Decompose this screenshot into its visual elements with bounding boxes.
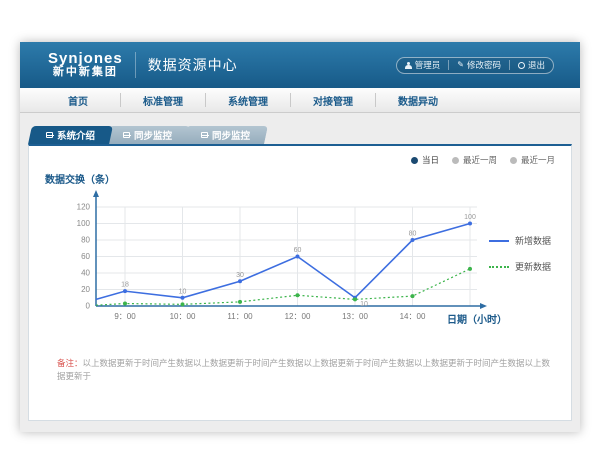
legend-item-0[interactable]: 新增数据 <box>489 234 551 247</box>
tab-label: 系统介绍 <box>57 128 95 142</box>
edit-icon: ✎ <box>457 61 464 69</box>
user-menu-label: 修改密码 <box>467 59 501 71</box>
content-area: 系统介绍同步监控同步监控 当日最近一周最近一月 数据交换（条） 02040608… <box>20 113 580 432</box>
app-header: Synjones 新中新集团 数据资源中心 管理员 ✎修改密码 退出 <box>20 42 580 88</box>
chart-legend: 新增数据更新数据 <box>489 234 551 286</box>
legend-label: 更新数据 <box>515 260 551 273</box>
svg-text:11：00: 11：00 <box>227 312 253 321</box>
main-nav: 首页标准管理系统管理对接管理数据异动 <box>20 88 580 113</box>
tab-icon <box>46 132 53 138</box>
brand-name-cn: 新中新集团 <box>53 67 118 79</box>
svg-text:80: 80 <box>409 231 417 238</box>
user-icon <box>405 62 412 69</box>
page-title: 数据资源中心 <box>148 55 238 75</box>
page: Synjones 新中新集团 数据资源中心 管理员✎修改密码退出 首页标准管理系… <box>0 0 600 450</box>
svg-text:14：00: 14：00 <box>400 312 426 321</box>
nav-item-4[interactable]: 数据异动 <box>376 93 460 108</box>
tab-bar: 系统介绍 同步监控 同步监控 <box>30 126 262 144</box>
legend-item-1[interactable]: 更新数据 <box>489 260 551 273</box>
svg-text:30: 30 <box>236 272 244 279</box>
svg-text:12：00: 12：00 <box>285 312 311 321</box>
svg-text:60: 60 <box>294 247 302 254</box>
svg-text:60: 60 <box>81 252 90 261</box>
content-panel: 当日最近一周最近一月 数据交换（条） 0204060801001209：0010… <box>28 144 572 421</box>
user-menu: 管理员 ✎修改密码 退出 <box>396 57 554 74</box>
svg-text:9：00: 9：00 <box>114 312 136 321</box>
tab-2[interactable]: 同步监控 <box>182 126 268 144</box>
power-icon <box>518 62 525 69</box>
svg-text:40: 40 <box>81 269 90 278</box>
brand-logo: Synjones 新中新集团 <box>48 51 123 78</box>
user-menu-label: 管理员 <box>415 59 441 71</box>
svg-text:100: 100 <box>77 219 91 228</box>
note-text: 以上数据更新于时间产生数据以上数据更新于时间产生数据以上数据更新于时间产生数据以… <box>57 358 550 381</box>
user-menu-label: 退出 <box>528 59 545 71</box>
svg-text:10：00: 10：00 <box>170 312 196 321</box>
svg-text:10: 10 <box>179 288 187 295</box>
tab-0[interactable]: 系统介绍 <box>28 126 113 144</box>
tab-label: 同步监控 <box>134 128 172 142</box>
tab-icon <box>201 132 208 138</box>
svg-text:18: 18 <box>121 282 129 289</box>
svg-text:20: 20 <box>81 285 90 294</box>
tab-label: 同步监控 <box>212 128 250 142</box>
change-password-button[interactable]: ✎修改密码 <box>449 59 509 71</box>
tab-1[interactable]: 同步监控 <box>105 126 190 144</box>
x-axis-title: 日期（小时） <box>447 311 507 326</box>
svg-text:100: 100 <box>464 214 476 221</box>
tab-icon <box>123 132 130 138</box>
legend-swatch <box>489 266 509 268</box>
svg-text:80: 80 <box>81 236 90 245</box>
note-prefix: 备注： <box>57 358 83 368</box>
legend-swatch <box>489 240 509 242</box>
nav-item-2[interactable]: 系统管理 <box>206 93 290 108</box>
svg-text:13：00: 13：00 <box>342 312 368 321</box>
nav-item-3[interactable]: 对接管理 <box>291 93 375 108</box>
header-divider <box>135 52 136 78</box>
legend-label: 新增数据 <box>515 234 551 247</box>
brand-name-en: Synjones <box>48 51 123 67</box>
admin-user-button[interactable]: 管理员 <box>397 59 449 71</box>
logout-button[interactable]: 退出 <box>510 59 553 71</box>
footnote: 备注：以上数据更新于时间产生数据以上数据更新于时间产生数据以上数据更新于时间产生… <box>57 357 557 383</box>
svg-text:0: 0 <box>86 302 91 311</box>
svg-text:120: 120 <box>77 203 91 212</box>
app-window: Synjones 新中新集团 数据资源中心 管理员✎修改密码退出 首页标准管理系… <box>20 42 580 432</box>
svg-text:10: 10 <box>360 301 368 308</box>
nav-item-0[interactable]: 首页 <box>36 93 120 108</box>
nav-item-1[interactable]: 标准管理 <box>121 93 205 108</box>
